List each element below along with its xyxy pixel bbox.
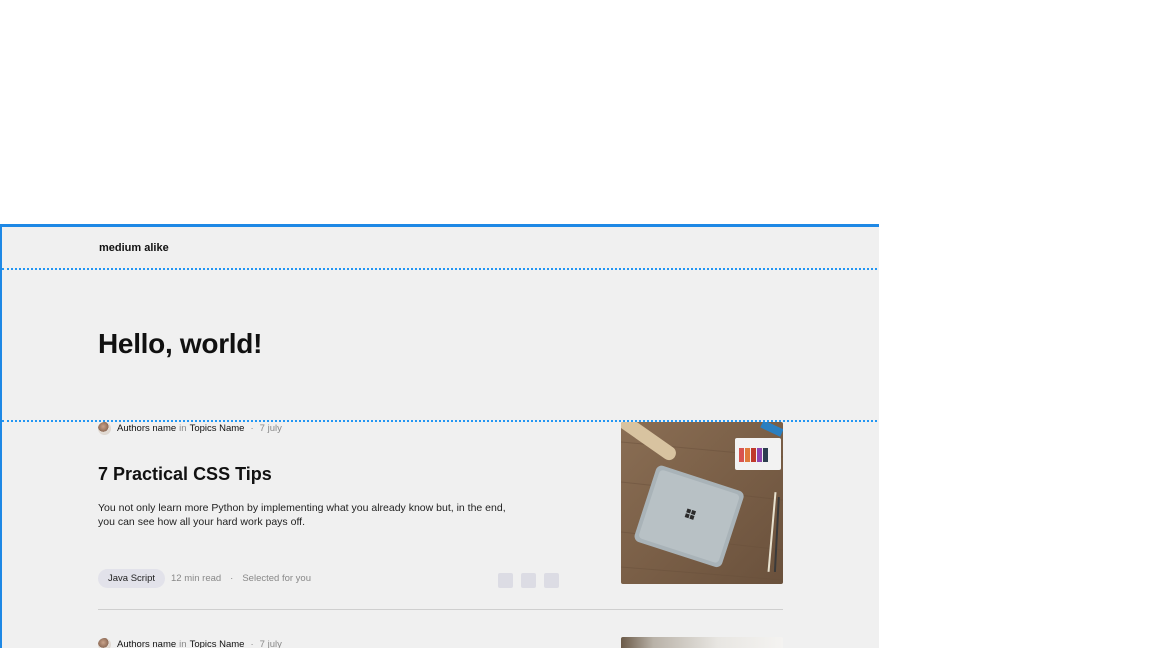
avatar[interactable] <box>98 422 111 435</box>
read-time: 12 min read <box>171 573 222 584</box>
separator-dot: · <box>250 639 254 648</box>
article-divider <box>98 609 783 610</box>
brand-logo[interactable]: medium alike <box>99 242 169 254</box>
avatar[interactable] <box>98 638 111 648</box>
page-title: Hello, world! <box>98 328 263 359</box>
publish-date: 7 july <box>259 423 282 434</box>
author-name[interactable]: Authors name <box>117 639 176 648</box>
article-excerpt[interactable]: You not only learn more Python by implem… <box>98 501 518 529</box>
article-meta: Authors name in Topics Name · 7 july <box>98 638 282 648</box>
more-icon[interactable] <box>544 573 559 588</box>
article-footer: Java Script 12 min read · Selected for y… <box>98 569 311 588</box>
page-frame: medium alike Hello, world! Authors name … <box>0 224 879 648</box>
selected-note: Selected for you <box>242 573 311 584</box>
author-name[interactable]: Authors name <box>117 423 176 434</box>
separator-dot: · <box>250 423 254 434</box>
separator-dot: · <box>230 573 234 584</box>
mute-icon[interactable] <box>521 573 536 588</box>
in-label: in <box>179 639 187 648</box>
topic-name[interactable]: Topics Name <box>190 639 245 648</box>
guide-line <box>2 268 879 270</box>
laptop-desk-photo-icon <box>621 422 783 584</box>
article-thumbnail[interactable] <box>621 637 783 648</box>
article-meta: Authors name in Topics Name · 7 july <box>98 422 282 435</box>
in-label: in <box>179 423 187 434</box>
article-thumbnail[interactable] <box>621 422 783 584</box>
topic-name[interactable]: Topics Name <box>190 423 245 434</box>
topic-tag[interactable]: Java Script <box>98 569 165 588</box>
bookmark-icon[interactable] <box>498 573 513 588</box>
article-title[interactable]: 7 Practical CSS Tips <box>98 464 272 485</box>
publish-date: 7 july <box>259 639 282 648</box>
